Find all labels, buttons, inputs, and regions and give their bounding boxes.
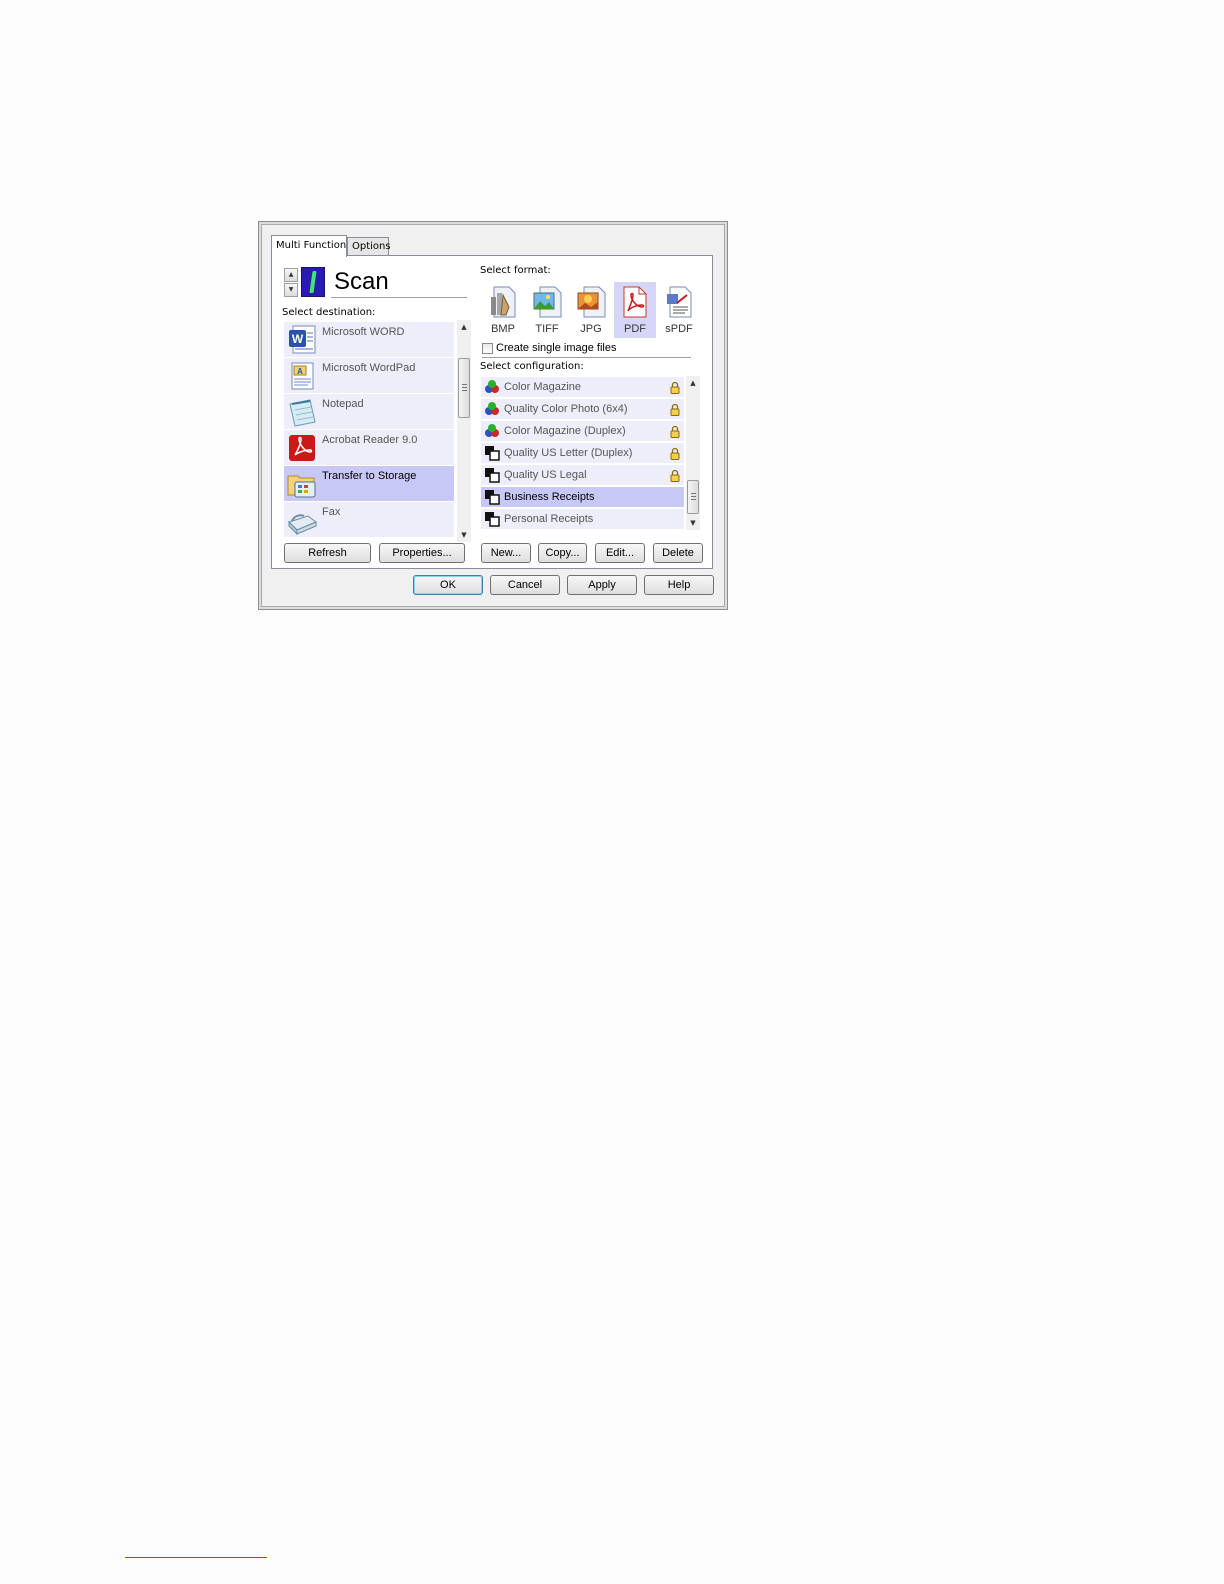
config-label: Quality Color Photo (6x4)	[504, 403, 628, 415]
format-spdf[interactable]: sPDF	[658, 282, 700, 338]
config-item-quality-us-legal[interactable]: Quality US Legal	[481, 465, 684, 485]
format-tiff[interactable]: TIFF	[526, 282, 568, 338]
destination-label: Acrobat Reader 9.0	[322, 434, 418, 446]
format-pdf[interactable]: PDF	[614, 282, 656, 338]
apply-button[interactable]: Apply	[567, 575, 637, 595]
destination-label: Fax	[322, 506, 341, 518]
config-label: Business Receipts	[504, 491, 595, 503]
destination-label: Microsoft WordPad	[322, 362, 416, 374]
scroll-up-arrow-icon[interactable]: ▲	[686, 376, 700, 390]
create-single-image-files-label: Create single image files	[496, 342, 617, 354]
format-jpg[interactable]: JPG	[570, 282, 612, 338]
svg-text:A: A	[297, 367, 303, 376]
scroll-down-arrow-icon[interactable]: ▼	[686, 516, 700, 530]
bw-config-icon	[484, 445, 500, 461]
color-config-icon	[484, 423, 500, 439]
configuration-scrollbar[interactable]: ▲ ▼	[686, 376, 700, 530]
multi-function-panel: ▲ ▼ Scan Select destination: W Microsoft…	[271, 255, 713, 569]
destination-list: W Microsoft WORD A Microsoft WordPad Not…	[282, 320, 472, 542]
destination-item-microsoft-wordpad[interactable]: A Microsoft WordPad	[284, 358, 454, 393]
scan-title: Scan	[331, 266, 467, 298]
bw-config-icon	[484, 489, 500, 505]
storage-folder-icon	[286, 468, 318, 500]
delete-config-button[interactable]: Delete	[653, 543, 703, 563]
destination-item-transfer-to-storage[interactable]: Transfer to Storage	[284, 466, 454, 501]
digit-one-icon	[309, 271, 317, 293]
lock-icon	[670, 469, 680, 482]
format-bmp[interactable]: BMP	[482, 282, 524, 338]
new-config-button[interactable]: New...	[481, 543, 531, 563]
bw-config-icon	[484, 467, 500, 483]
format-label: JPG	[580, 323, 602, 335]
destination-scrollbar[interactable]: ▲ ▼	[457, 320, 471, 542]
config-item-personal-receipts[interactable]: Personal Receipts	[481, 509, 684, 529]
config-item-color-magazine-duplex[interactable]: Color Magazine (Duplex)	[481, 421, 684, 441]
button-number-display	[301, 267, 325, 297]
fax-icon	[286, 504, 318, 536]
format-label: PDF	[624, 323, 646, 335]
edit-config-button[interactable]: Edit...	[595, 543, 645, 563]
tiff-icon	[531, 285, 563, 319]
lock-icon	[670, 403, 680, 416]
svg-text:W: W	[292, 332, 304, 346]
tab-multi-function[interactable]: Multi Function	[271, 235, 347, 257]
select-destination-label: Select destination:	[282, 307, 376, 318]
notepad-icon	[286, 396, 318, 428]
spin-down-button[interactable]: ▼	[284, 283, 298, 297]
config-label: Color Magazine (Duplex)	[504, 425, 626, 437]
tab-options[interactable]: Options	[347, 237, 391, 256]
spin-up-button[interactable]: ▲	[284, 268, 298, 282]
config-item-color-magazine[interactable]: Color Magazine	[481, 377, 684, 397]
pdf-icon	[619, 285, 651, 319]
config-label: Quality US Letter (Duplex)	[504, 447, 633, 459]
format-selector: BMP TIFF JPG PDF sPDF	[482, 282, 702, 338]
lock-icon	[670, 425, 680, 438]
destination-label: Transfer to Storage	[322, 470, 417, 482]
divider	[482, 357, 691, 358]
destination-item-microsoft-word[interactable]: W Microsoft WORD	[284, 322, 454, 357]
destination-label: Microsoft WORD	[322, 326, 405, 338]
ok-button[interactable]: OK	[413, 575, 483, 595]
color-config-icon	[484, 379, 500, 395]
wordpad-icon: A	[286, 360, 318, 392]
config-label: Color Magazine	[504, 381, 582, 393]
scrollbar-thumb[interactable]	[687, 480, 699, 514]
config-item-quality-us-letter-duplex[interactable]: Quality US Letter (Duplex)	[481, 443, 684, 463]
bmp-icon	[487, 285, 519, 319]
copy-config-button[interactable]: Copy...	[538, 543, 587, 563]
properties-button[interactable]: Properties...	[379, 543, 465, 563]
scanner-properties-dialog: Multi Function Options ▲ ▼ Scan Select d…	[258, 221, 728, 610]
button-number-spinner: ▲ ▼	[284, 268, 298, 298]
destination-item-fax[interactable]: Fax	[284, 502, 454, 537]
select-format-label: Select format:	[480, 265, 551, 276]
spdf-icon	[663, 285, 695, 319]
config-item-quality-color-photo[interactable]: Quality Color Photo (6x4)	[481, 399, 684, 419]
config-item-business-receipts[interactable]: Business Receipts	[481, 487, 684, 507]
create-single-image-files-checkbox[interactable]	[482, 343, 493, 354]
cancel-button[interactable]: Cancel	[490, 575, 560, 595]
configuration-list: Color Magazine Quality Color Photo (6x4)…	[480, 376, 702, 530]
config-label: Quality US Legal	[504, 469, 587, 481]
scroll-up-arrow-icon[interactable]: ▲	[457, 320, 471, 334]
color-config-icon	[484, 401, 500, 417]
config-label: Personal Receipts	[504, 513, 594, 525]
acrobat-icon	[286, 432, 318, 464]
jpg-icon	[575, 285, 607, 319]
bw-config-icon	[484, 511, 500, 527]
footnote-separator	[125, 1557, 267, 1558]
format-label: TIFF	[535, 323, 559, 335]
destination-item-notepad[interactable]: Notepad	[284, 394, 454, 429]
lock-icon	[670, 381, 680, 394]
lock-icon	[670, 447, 680, 460]
scroll-down-arrow-icon[interactable]: ▼	[457, 528, 471, 542]
format-label: BMP	[491, 323, 515, 335]
select-configuration-label: Select configuration:	[480, 361, 584, 372]
word-icon: W	[286, 324, 318, 356]
destination-item-acrobat-reader[interactable]: Acrobat Reader 9.0	[284, 430, 454, 465]
destination-label: Notepad	[322, 398, 364, 410]
format-label: sPDF	[665, 323, 693, 335]
scrollbar-thumb[interactable]	[458, 358, 470, 418]
help-button[interactable]: Help	[644, 575, 714, 595]
refresh-button[interactable]: Refresh	[284, 543, 371, 563]
